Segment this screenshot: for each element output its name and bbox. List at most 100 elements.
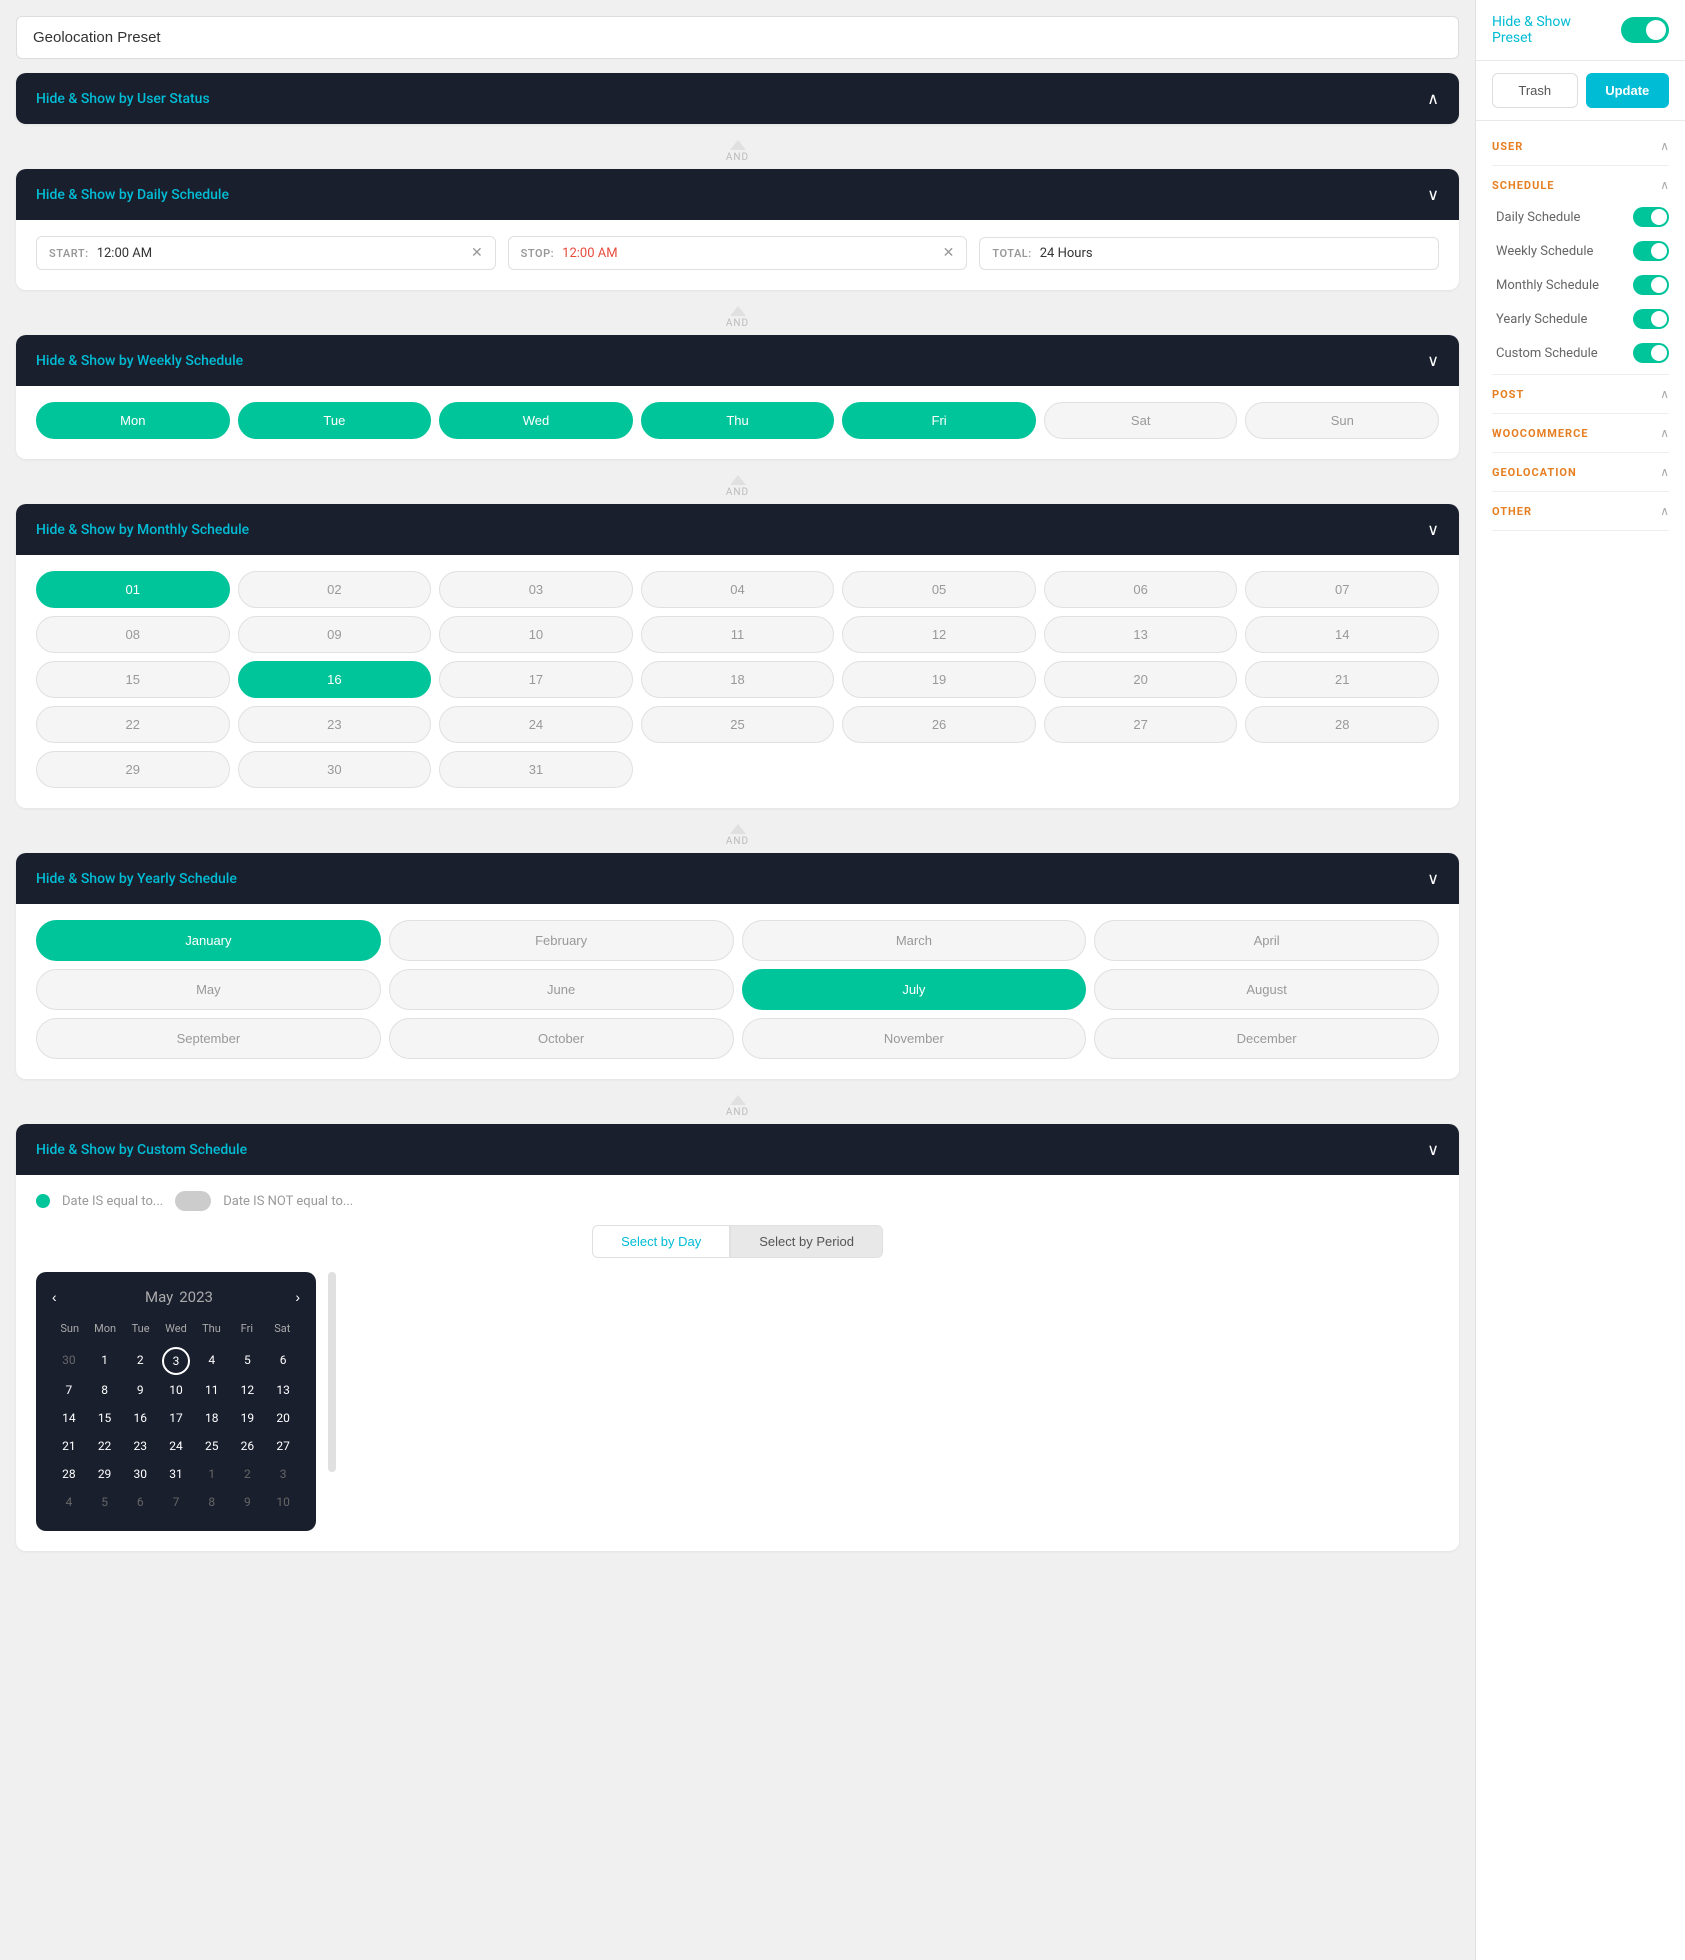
yearly-month-november[interactable]: November (742, 1018, 1087, 1059)
yearly-month-march[interactable]: March (742, 920, 1087, 961)
monthly-day-21[interactable]: 21 (1245, 661, 1439, 698)
nav-group-header-woocommerce[interactable]: WOOCOMMERCE∧ (1492, 418, 1669, 448)
user-status-header[interactable]: Hide & Show by User Status ∧ (16, 73, 1459, 124)
nav-group-header-user[interactable]: USER∧ (1492, 131, 1669, 161)
monthly-day-13[interactable]: 13 (1044, 616, 1238, 653)
cal-cell[interactable]: 6 (123, 1489, 157, 1515)
day-btn-mon[interactable]: Mon (36, 402, 230, 439)
cal-cell[interactable]: 19 (231, 1405, 265, 1431)
monthly-day-26[interactable]: 26 (842, 706, 1036, 743)
monthly-day-03[interactable]: 03 (439, 571, 633, 608)
select-by-day-btn[interactable]: Select by Day (592, 1225, 730, 1258)
cal-cell[interactable]: 24 (159, 1433, 193, 1459)
start-time-field[interactable]: START: 12:00 AM ✕ (36, 236, 496, 270)
cal-cell[interactable]: 21 (52, 1433, 86, 1459)
cal-cell[interactable]: 4 (52, 1489, 86, 1515)
cal-next-btn[interactable]: › (295, 1289, 300, 1305)
cal-cell[interactable]: 14 (52, 1405, 86, 1431)
day-btn-tue[interactable]: Tue (238, 402, 432, 439)
preset-title-input[interactable] (16, 16, 1459, 59)
cal-cell[interactable]: 2 (123, 1347, 157, 1375)
cal-cell[interactable]: 26 (231, 1433, 265, 1459)
stop-clear-btn[interactable]: ✕ (943, 245, 955, 261)
cal-cell[interactable]: 13 (266, 1377, 300, 1403)
update-button[interactable]: Update (1586, 73, 1670, 108)
yearly-month-october[interactable]: October (389, 1018, 734, 1059)
date-toggle[interactable] (175, 1191, 211, 1211)
monthly-day-19[interactable]: 19 (842, 661, 1036, 698)
cal-cell[interactable]: 5 (88, 1489, 122, 1515)
cal-cell[interactable]: 3 (162, 1347, 190, 1375)
cal-cell[interactable]: 30 (123, 1461, 157, 1487)
weekly-schedule-header[interactable]: Hide & Show by Weekly Schedule ∨ (16, 335, 1459, 386)
day-btn-wed[interactable]: Wed (439, 402, 633, 439)
monthly-day-28[interactable]: 28 (1245, 706, 1439, 743)
monthly-day-14[interactable]: 14 (1245, 616, 1439, 653)
yearly-month-september[interactable]: September (36, 1018, 381, 1059)
monthly-day-20[interactable]: 20 (1044, 661, 1238, 698)
monthly-day-30[interactable]: 30 (238, 751, 432, 788)
cal-cell[interactable]: 4 (195, 1347, 229, 1375)
cal-cell[interactable]: 17 (159, 1405, 193, 1431)
monthly-schedule-header[interactable]: Hide & Show by Monthly Schedule ∨ (16, 504, 1459, 555)
cal-cell[interactable]: 5 (231, 1347, 265, 1375)
yearly-month-december[interactable]: December (1094, 1018, 1439, 1059)
yearly-month-june[interactable]: June (389, 969, 734, 1010)
day-btn-fri[interactable]: Fri (842, 402, 1036, 439)
preset-toggle[interactable] (1621, 17, 1669, 43)
yearly-month-may[interactable]: May (36, 969, 381, 1010)
monthly-day-01[interactable]: 01 (36, 571, 230, 608)
nav-group-header-schedule[interactable]: SCHEDULE∧ (1492, 170, 1669, 200)
cal-cell[interactable]: 2 (231, 1461, 265, 1487)
day-btn-sat[interactable]: Sat (1044, 402, 1238, 439)
nav-item-toggle-4[interactable] (1633, 343, 1669, 363)
cal-cell[interactable]: 11 (195, 1377, 229, 1403)
monthly-day-31[interactable]: 31 (439, 751, 633, 788)
cal-cell[interactable]: 10 (159, 1377, 193, 1403)
cal-cell[interactable]: 10 (266, 1489, 300, 1515)
cal-cell[interactable]: 9 (231, 1489, 265, 1515)
cal-cell[interactable]: 1 (88, 1347, 122, 1375)
monthly-day-10[interactable]: 10 (439, 616, 633, 653)
cal-cell[interactable]: 6 (266, 1347, 300, 1375)
cal-cell[interactable]: 31 (159, 1461, 193, 1487)
cal-cell[interactable]: 3 (266, 1461, 300, 1487)
cal-cell[interactable]: 7 (52, 1377, 86, 1403)
nav-group-header-post[interactable]: POST∧ (1492, 379, 1669, 409)
cal-scrollbar[interactable] (328, 1272, 336, 1472)
cal-cell[interactable]: 8 (88, 1377, 122, 1403)
monthly-day-17[interactable]: 17 (439, 661, 633, 698)
monthly-day-25[interactable]: 25 (641, 706, 835, 743)
monthly-day-29[interactable]: 29 (36, 751, 230, 788)
select-by-period-btn[interactable]: Select by Period (730, 1225, 883, 1258)
nav-item-toggle-3[interactable] (1633, 309, 1669, 329)
yearly-month-april[interactable]: April (1094, 920, 1439, 961)
monthly-day-08[interactable]: 08 (36, 616, 230, 653)
nav-item-toggle-0[interactable] (1633, 207, 1669, 227)
day-btn-thu[interactable]: Thu (641, 402, 835, 439)
nav-item-toggle-1[interactable] (1633, 241, 1669, 261)
custom-schedule-header[interactable]: Hide & Show by Custom Schedule ∨ (16, 1124, 1459, 1175)
stop-time-field[interactable]: STOP: 12:00 AM ✕ (508, 236, 968, 270)
monthly-day-09[interactable]: 09 (238, 616, 432, 653)
yearly-month-january[interactable]: January (36, 920, 381, 961)
start-clear-btn[interactable]: ✕ (471, 245, 483, 261)
cal-cell[interactable]: 30 (52, 1347, 86, 1375)
cal-cell[interactable]: 23 (123, 1433, 157, 1459)
cal-cell[interactable]: 8 (195, 1489, 229, 1515)
cal-cell[interactable]: 18 (195, 1405, 229, 1431)
monthly-day-16[interactable]: 16 (238, 661, 432, 698)
cal-cell[interactable]: 20 (266, 1405, 300, 1431)
monthly-day-05[interactable]: 05 (842, 571, 1036, 608)
monthly-day-06[interactable]: 06 (1044, 571, 1238, 608)
monthly-day-27[interactable]: 27 (1044, 706, 1238, 743)
yearly-month-february[interactable]: February (389, 920, 734, 961)
yearly-month-july[interactable]: July (742, 969, 1087, 1010)
nav-group-header-geolocation[interactable]: GEOLOCATION∧ (1492, 457, 1669, 487)
cal-cell[interactable]: 28 (52, 1461, 86, 1487)
monthly-day-24[interactable]: 24 (439, 706, 633, 743)
monthly-day-12[interactable]: 12 (842, 616, 1036, 653)
monthly-day-15[interactable]: 15 (36, 661, 230, 698)
trash-button[interactable]: Trash (1492, 73, 1578, 108)
cal-cell[interactable]: 29 (88, 1461, 122, 1487)
